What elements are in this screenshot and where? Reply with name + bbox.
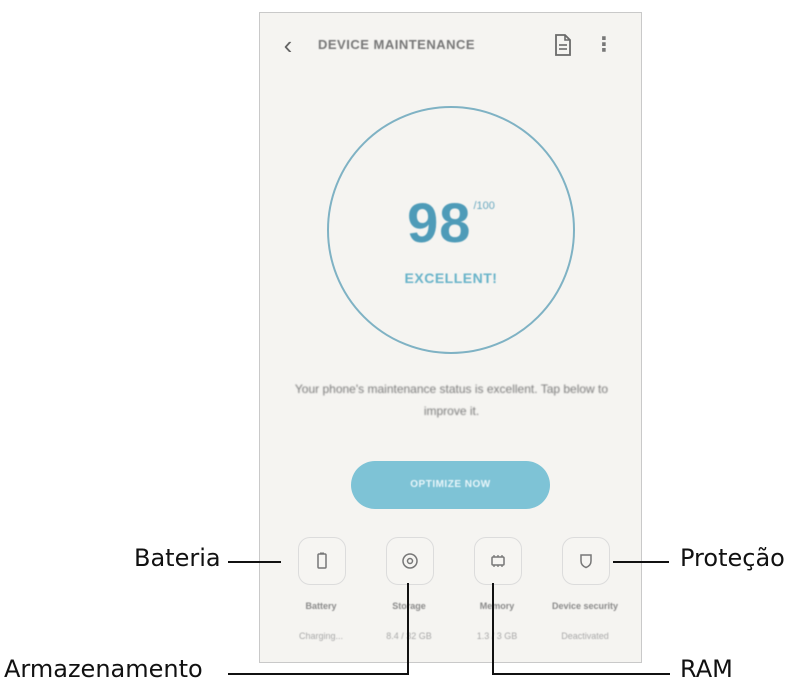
memory-tile[interactable] (474, 537, 522, 585)
more-vert-icon: ⋮ (594, 34, 614, 56)
storage-icon (402, 553, 418, 569)
security-card[interactable]: Device security Deactivated (540, 531, 628, 651)
memory-status: 1.3 / 3 GB (476, 631, 518, 641)
score-display: 98/100 (329, 190, 573, 255)
callout-storage-line-h (228, 673, 409, 675)
back-button[interactable]: ‹ (274, 31, 302, 59)
battery-label: Battery (305, 601, 337, 611)
storage-tile[interactable] (386, 537, 434, 585)
battery-tile[interactable] (298, 537, 346, 585)
report-button[interactable] (552, 33, 576, 57)
document-icon (555, 34, 571, 56)
callout-storage: Armazenamento (4, 655, 203, 683)
memory-label: Memory (479, 601, 515, 611)
callout-memory-line-h (492, 673, 670, 675)
callout-security-line (613, 561, 669, 563)
score-rating: EXCELLENT! (404, 270, 498, 286)
score-value: 98 (407, 191, 472, 254)
battery-card[interactable]: Battery Charging... (276, 531, 364, 651)
memory-card[interactable]: Memory 1.3 / 3 GB (452, 531, 540, 651)
memory-icon (491, 555, 505, 567)
callout-memory-line-v (492, 583, 494, 675)
phone-screen: ‹ DEVICE MAINTENANCE ⋮ 98/100 EXCELLENT!… (259, 12, 642, 663)
page-title: DEVICE MAINTENANCE (318, 37, 476, 52)
security-status: Deactivated (561, 631, 609, 641)
security-label: Device security (551, 601, 619, 611)
callout-battery: Bateria (134, 544, 221, 572)
score-max: /100 (473, 200, 495, 212)
app-bar: ‹ DEVICE MAINTENANCE ⋮ (260, 13, 641, 75)
callout-storage-line-v (407, 583, 409, 675)
optimize-now-button[interactable]: OPTIMIZE NOW (351, 461, 550, 509)
chevron-left-icon: ‹ (283, 30, 293, 60)
battery-status: Charging... (298, 631, 344, 641)
callout-memory: RAM (680, 655, 733, 683)
status-message: Your phone's maintenance status is excel… (294, 382, 609, 418)
more-options-button[interactable]: ⋮ (594, 31, 614, 59)
security-tile[interactable] (562, 537, 610, 585)
storage-status: 8.4 / 32 GB (386, 631, 432, 641)
battery-icon (317, 552, 327, 569)
shield-icon (580, 554, 592, 569)
callout-battery-line (228, 561, 281, 563)
score-ring: 98/100 EXCELLENT! (327, 106, 575, 354)
callout-security: Proteção (680, 544, 785, 572)
optimize-now-label: OPTIMIZE NOW (410, 479, 491, 490)
storage-label: Storage (364, 601, 454, 611)
